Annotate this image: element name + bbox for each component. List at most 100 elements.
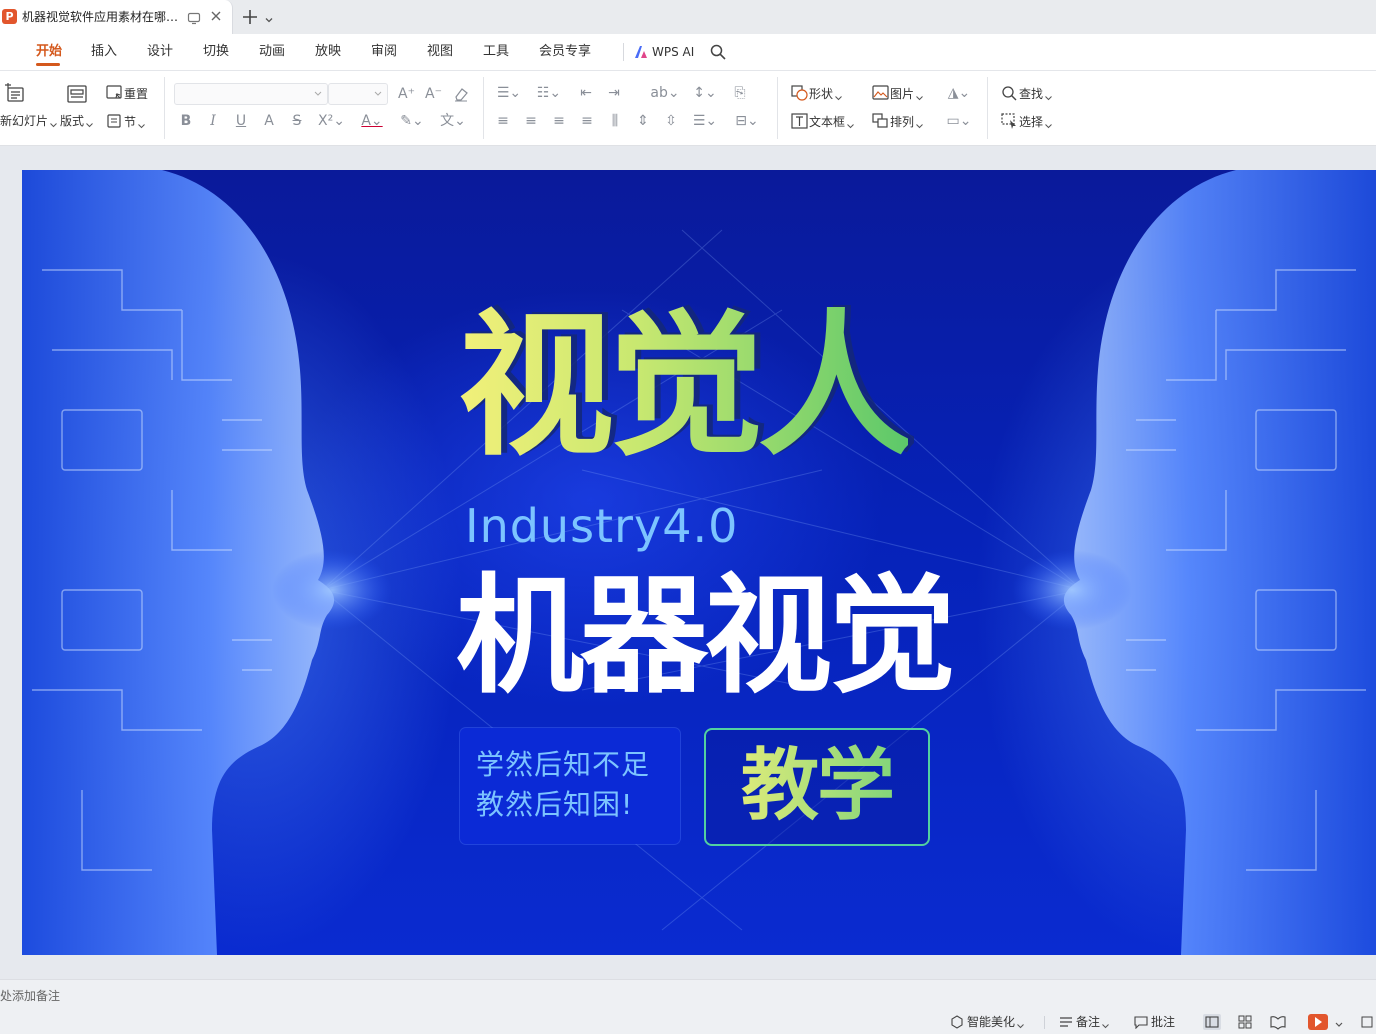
- notes-toggle-button[interactable]: 备注: [1059, 1014, 1112, 1030]
- increase-font-icon[interactable]: A⁺: [398, 86, 415, 102]
- chevron-down-icon[interactable]: [263, 11, 275, 23]
- superscript-icon[interactable]: X²⌄: [318, 113, 345, 129]
- comment-button[interactable]: 批注: [1134, 1014, 1175, 1030]
- normal-view-icon[interactable]: [1203, 1014, 1221, 1030]
- font-size-select[interactable]: [328, 83, 388, 105]
- new-slide-button[interactable]: 新幻灯片: [0, 113, 57, 129]
- ribbon-divider: [623, 43, 624, 61]
- tab-insert[interactable]: 插入: [91, 44, 117, 60]
- reset-button[interactable]: 重置: [106, 85, 148, 102]
- notes-pane[interactable]: 单击此处添加备注: [0, 979, 1376, 1013]
- strikethrough-icon[interactable]: S: [289, 113, 305, 129]
- select-label: 选择: [1019, 115, 1044, 129]
- tab-animation[interactable]: 动画: [259, 44, 285, 60]
- ribbon-tab-bar: 开始 插入 设计 切换 动画 放映 审阅 视图 工具 会员专享 WPS AI: [0, 34, 1376, 71]
- chevron-down-icon: [374, 91, 382, 96]
- decrease-indent-icon[interactable]: ⇤: [578, 85, 594, 101]
- notes-toggle-label: 备注: [1076, 1015, 1101, 1029]
- tab-review[interactable]: 审阅: [371, 44, 397, 60]
- document-tab[interactable]: P 机器视觉软件应用素材在哪里...: [0, 0, 233, 34]
- slide-subtitle[interactable]: Industry4.0: [465, 498, 738, 554]
- ribbon-toolbar: 新幻灯片 版式 重置 节 A⁺ A⁻ B I U A S X²⌄ A⌄ ✎⌄ 文…: [0, 71, 1376, 146]
- textbox-button[interactable]: 文本框: [791, 113, 854, 130]
- justify-icon[interactable]: ≡: [579, 113, 595, 129]
- smart-beautify-button[interactable]: 智能美化: [950, 1014, 1027, 1030]
- highlight-icon[interactable]: ✎⌄: [398, 113, 426, 129]
- shape-button[interactable]: 形状: [791, 85, 842, 102]
- wps-ai-button[interactable]: WPS AI: [633, 43, 694, 61]
- new-slide-icon[interactable]: [4, 83, 26, 105]
- sort-icon[interactable]: ↕⌄: [690, 85, 720, 101]
- select-button[interactable]: 选择: [1001, 113, 1052, 130]
- bold-icon[interactable]: B: [178, 113, 194, 129]
- align-right-icon[interactable]: ≡: [551, 113, 567, 129]
- tab-tools[interactable]: 工具: [483, 44, 509, 60]
- outline-color-icon[interactable]: ▭⌄: [944, 113, 974, 129]
- smart-beautify-label: 智能美化: [967, 1015, 1016, 1029]
- tab-design[interactable]: 设计: [147, 44, 173, 60]
- phonetic-icon[interactable]: 文⌄: [438, 113, 468, 129]
- slide[interactable]: 视觉人 Industry4.0 机器视觉 学然后知不足 教然后知困! 教学: [22, 170, 1376, 955]
- title-tab-bar: P 机器视觉软件应用素材在哪里...: [0, 0, 1376, 34]
- active-tab-indicator: [36, 63, 60, 66]
- toolbar-divider: [483, 77, 484, 139]
- distribute-icon[interactable]: ⫼: [607, 113, 623, 129]
- bullet-list-icon[interactable]: ☰⌄: [495, 85, 523, 101]
- vertical-align-icon[interactable]: ⇕: [635, 113, 651, 129]
- slide-main-title[interactable]: 机器视觉: [456, 562, 956, 712]
- tab-slideshow[interactable]: 放映: [315, 44, 341, 60]
- shape-icon: [791, 85, 808, 101]
- notes-icon: [1060, 1017, 1072, 1027]
- quote-box[interactable]: 学然后知不足 教然后知困!: [460, 728, 680, 844]
- fill-color-icon[interactable]: ◮⌄: [944, 85, 974, 101]
- chevron-down-icon[interactable]: [1334, 1015, 1347, 1031]
- layout-label: 版式: [60, 114, 85, 128]
- tab-transitions[interactable]: 切换: [203, 44, 229, 60]
- text-shadow-icon[interactable]: A: [261, 113, 277, 129]
- reading-view-icon[interactable]: [1269, 1014, 1287, 1030]
- numbered-list-icon[interactable]: ☷⌄: [535, 85, 563, 101]
- slide-sorter-view-icon[interactable]: [1236, 1014, 1254, 1030]
- paragraph-spacing-icon[interactable]: ⊟⌄: [733, 113, 761, 129]
- notes-placeholder[interactable]: 单击此处添加备注: [0, 988, 60, 1004]
- status-bar: 智能美化 备注 批注: [0, 1012, 1376, 1032]
- arrange-label: 排列: [890, 115, 915, 129]
- arrange-button[interactable]: 排列: [872, 113, 923, 130]
- tab-member[interactable]: 会员专享: [539, 44, 591, 60]
- convert-icon[interactable]: ⎘: [732, 85, 748, 101]
- textbox-label: 文本框: [809, 115, 846, 129]
- close-icon[interactable]: [208, 8, 224, 24]
- select-icon: [1001, 113, 1016, 129]
- font-color-icon[interactable]: A⌄: [358, 113, 386, 129]
- teaching-badge[interactable]: 教学: [704, 728, 930, 846]
- text-direction-icon[interactable]: ab⌄: [650, 85, 680, 101]
- window-preview-icon[interactable]: [187, 10, 201, 25]
- quote-line-2: 教然后知困!: [476, 788, 634, 821]
- find-button[interactable]: 查找: [1001, 85, 1052, 102]
- search-icon[interactable]: [709, 43, 727, 61]
- italic-icon[interactable]: I: [205, 113, 221, 129]
- chevron-down-icon: [314, 91, 322, 96]
- layout-button[interactable]: 版式: [60, 113, 93, 129]
- play-slideshow-icon[interactable]: [1308, 1014, 1328, 1030]
- line-spacing-icon[interactable]: ☰⌄: [691, 113, 719, 129]
- increase-indent-icon[interactable]: ⇥: [606, 85, 622, 101]
- align-center-icon[interactable]: ≡: [523, 113, 539, 129]
- section-icon: [107, 114, 121, 128]
- section-button[interactable]: 节: [106, 113, 145, 130]
- fit-window-icon[interactable]: [1360, 1014, 1376, 1030]
- plus-icon[interactable]: [240, 7, 260, 27]
- arrange-icon: [872, 113, 888, 128]
- underline-icon[interactable]: U: [233, 113, 249, 129]
- picture-button[interactable]: 图片: [872, 85, 923, 102]
- layout-icon[interactable]: [66, 83, 88, 105]
- column-spacing-icon[interactable]: ⇳: [663, 113, 679, 129]
- tab-home[interactable]: 开始: [36, 44, 62, 60]
- font-name-select[interactable]: [174, 83, 328, 105]
- tab-view[interactable]: 视图: [427, 44, 453, 60]
- decrease-font-icon[interactable]: A⁻: [425, 86, 442, 102]
- align-left-icon[interactable]: ≡: [495, 113, 511, 129]
- slide-title-gradient[interactable]: 视觉人: [458, 296, 914, 476]
- status-divider: [1044, 1016, 1045, 1029]
- clear-format-icon[interactable]: [453, 86, 469, 102]
